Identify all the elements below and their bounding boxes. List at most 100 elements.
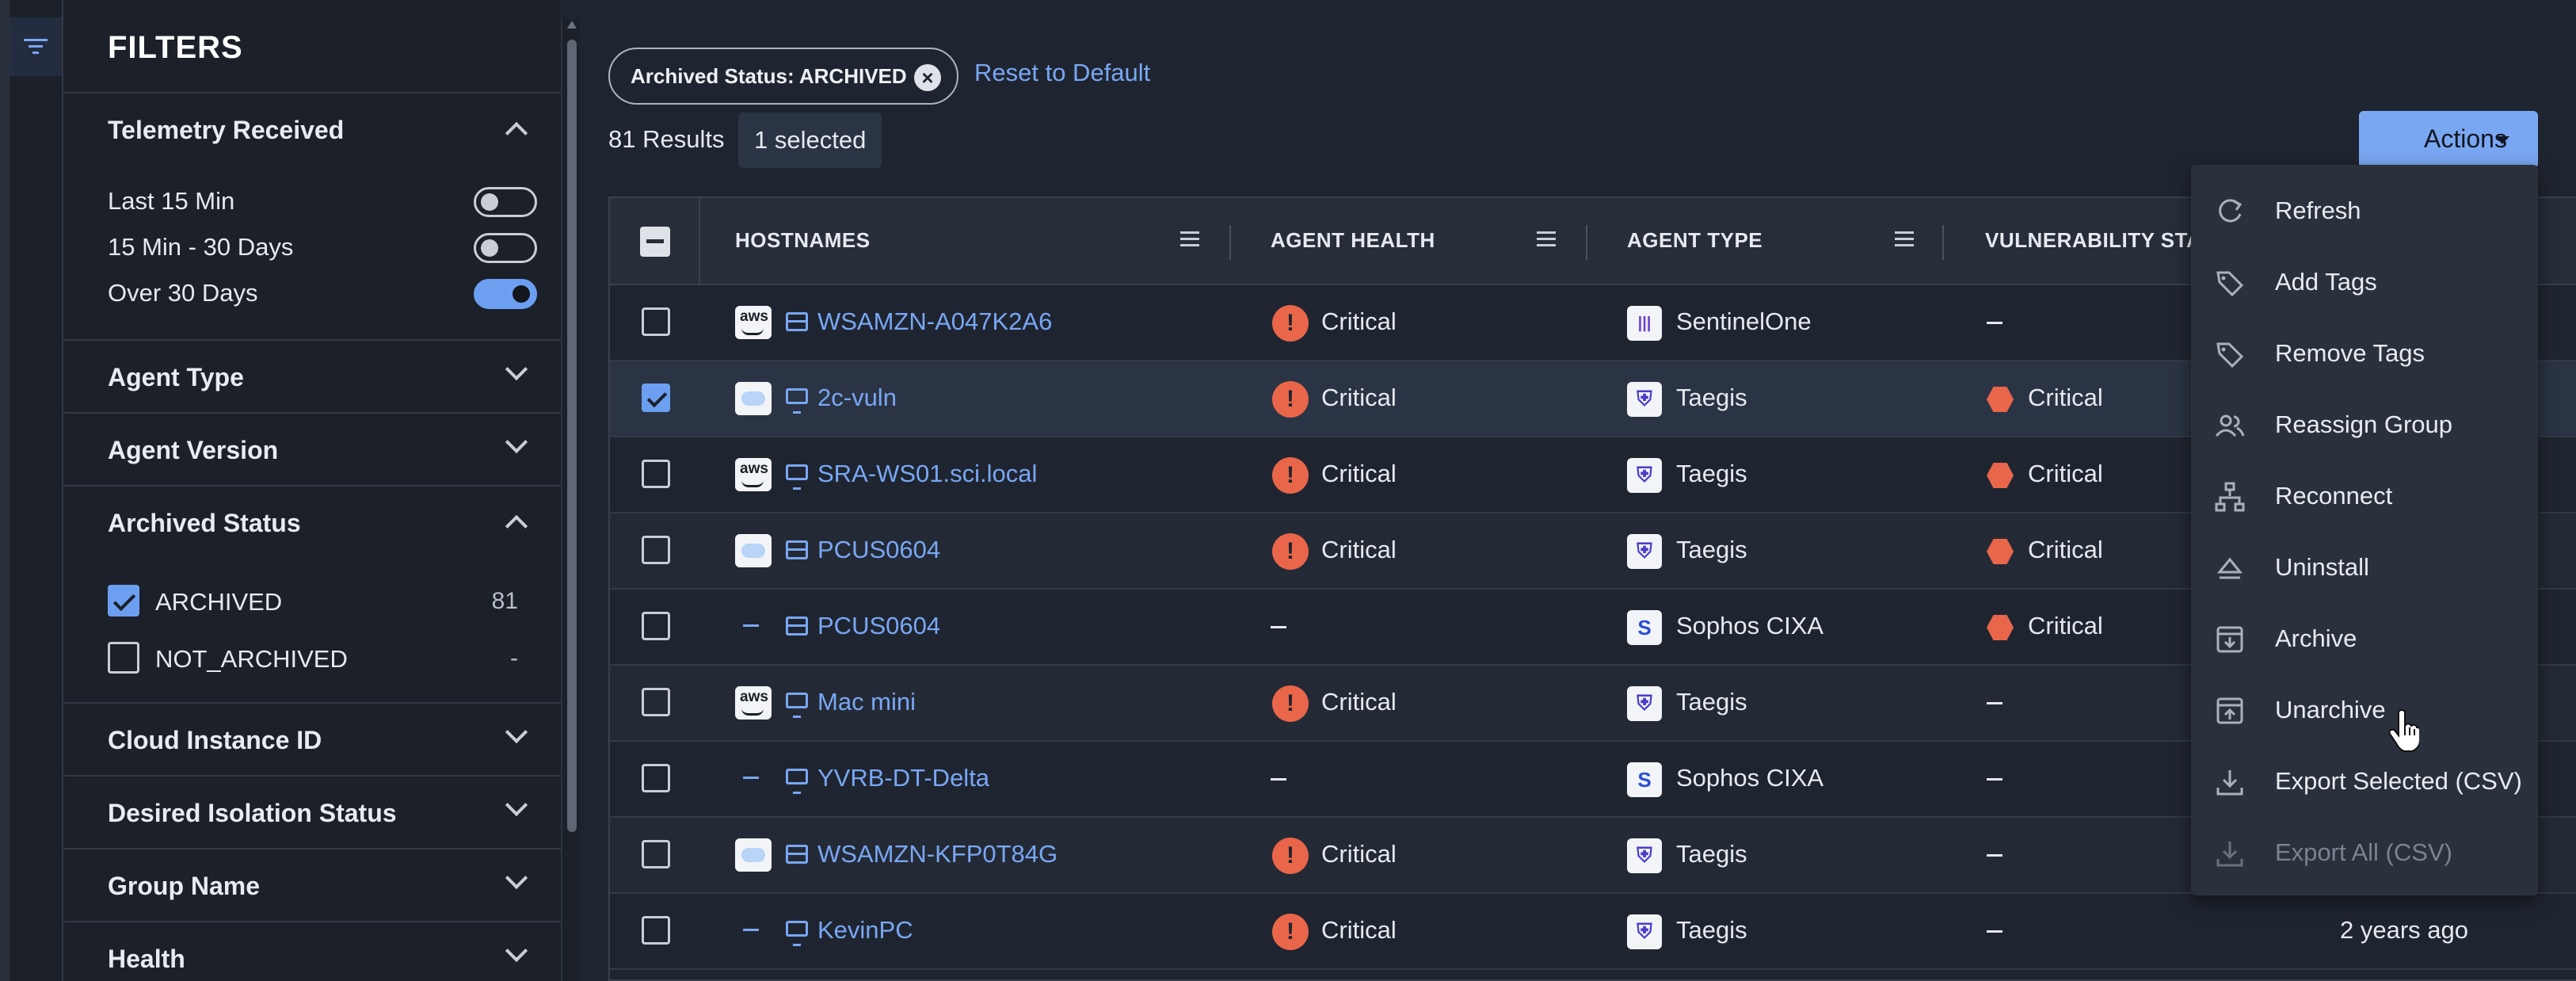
section-header-desired-isolation[interactable]: Desired Isolation Status — [108, 799, 397, 828]
scrollbar-thumb[interactable] — [567, 40, 577, 832]
filter-section-desired-isolation[interactable]: Desired Isolation Status — [63, 775, 561, 848]
telemetry-option-label: 15 Min - 30 Days — [108, 233, 294, 261]
agent-type-value: Taegis — [1676, 916, 1747, 944]
chevron-up-icon[interactable] — [505, 514, 528, 538]
row-checkbox[interactable] — [642, 384, 670, 412]
menu-item-reconnect[interactable]: Reconnect — [2191, 460, 2538, 531]
section-header-agent-type[interactable]: Agent Type — [108, 363, 244, 392]
filter-icon — [24, 39, 48, 54]
vulnerability-critical-icon — [1987, 539, 2014, 564]
cloud-icon — [735, 838, 772, 872]
refresh-icon — [2215, 197, 2245, 227]
section-header-health[interactable]: Health — [108, 945, 185, 974]
hostname-link[interactable]: WSAMZN-A047K2A6 — [817, 307, 1052, 336]
chevron-up-icon[interactable] — [505, 121, 528, 145]
filter-toggle-button[interactable] — [10, 17, 62, 76]
chevron-down-icon[interactable] — [505, 866, 528, 890]
eject-icon — [2215, 553, 2245, 583]
hostname-link[interactable]: SRA-WS01.sci.local — [817, 460, 1037, 488]
hostname-link[interactable]: KevinPC — [817, 916, 913, 945]
column-divider[interactable] — [1942, 225, 1944, 260]
hostname-link[interactable]: YVRB-DT-Delta — [817, 764, 989, 792]
telemetry-toggle-15-30[interactable] — [474, 233, 537, 263]
section-header-agent-version[interactable]: Agent Version — [108, 436, 278, 465]
column-header-hostnames[interactable]: HOSTNAMES — [735, 228, 871, 253]
vulnerability-critical-icon — [1987, 463, 2014, 488]
row-checkbox[interactable] — [642, 688, 670, 716]
reset-to-default-link[interactable]: Reset to Default — [974, 59, 1150, 87]
section-header-telemetry[interactable]: Telemetry Received — [108, 116, 344, 145]
column-menu-icon[interactable] — [1180, 231, 1199, 247]
column-header-vulnerability-status[interactable]: VULNERABILITY STA — [1985, 228, 2201, 253]
side-rail — [10, 0, 63, 981]
filter-section-cloud-instance[interactable]: Cloud Instance ID — [63, 702, 561, 775]
column-header-agent-health[interactable]: AGENT HEALTH — [1271, 228, 1435, 253]
aws-icon — [735, 306, 772, 339]
filter-section-health[interactable]: Health — [63, 921, 561, 981]
archived-checkbox[interactable] — [108, 585, 139, 616]
hostname-link[interactable]: PCUS0604 — [817, 612, 940, 640]
row-checkbox[interactable] — [642, 764, 670, 792]
menu-item-add-tags[interactable]: Add Tags — [2191, 246, 2538, 317]
agent-type-value: Taegis — [1676, 384, 1747, 411]
menu-item-export-selected-csv[interactable]: Export Selected (CSV) — [2191, 745, 2538, 816]
row-checkbox[interactable] — [642, 307, 670, 336]
hostname-link[interactable]: Mac mini — [817, 688, 916, 716]
filter-section-agent-type[interactable]: Agent Type — [63, 339, 561, 412]
menu-item-remove-tags[interactable]: Remove Tags — [2191, 317, 2538, 388]
row-checkbox[interactable] — [642, 460, 670, 488]
menu-item-label: Remove Tags — [2275, 339, 2425, 367]
hostname-link[interactable]: PCUS0604 — [817, 536, 940, 564]
telemetry-toggle-last-15[interactable] — [474, 187, 537, 217]
chevron-down-icon[interactable] — [505, 430, 528, 454]
menu-item-label: Export Selected (CSV) — [2275, 767, 2522, 795]
section-header-archived-status[interactable]: Archived Status — [108, 509, 301, 538]
filter-section-group-name[interactable]: Group Name — [63, 848, 561, 921]
taegis-icon: ⛨ — [1627, 382, 1662, 417]
filter-section-archived-status: Archived Status ARCHIVED 81 NOT_ARCHIVED… — [63, 485, 561, 707]
telemetry-toggle-over-30[interactable] — [474, 279, 537, 309]
column-menu-icon[interactable] — [1537, 231, 1556, 247]
scroll-up-arrow-icon[interactable] — [567, 21, 577, 29]
column-divider[interactable] — [1229, 225, 1231, 260]
vulnerability-status-value: Critical — [2028, 460, 2103, 487]
row-checkbox[interactable] — [642, 840, 670, 868]
actions-button[interactable]: Actions — [2359, 111, 2538, 168]
row-checkbox[interactable] — [642, 536, 670, 564]
menu-item-uninstall[interactable]: Uninstall — [2191, 531, 2538, 602]
vulnerability-critical-icon — [1987, 387, 2014, 412]
section-header-group-name[interactable]: Group Name — [108, 872, 260, 901]
column-menu-icon[interactable] — [1895, 231, 1914, 247]
row-checkbox[interactable] — [642, 916, 670, 945]
menu-item-unarchive[interactable]: Unarchive — [2191, 674, 2538, 745]
chevron-down-icon[interactable] — [505, 720, 528, 744]
not-archived-checkbox[interactable] — [108, 642, 139, 674]
vulnerability-status-value: Critical — [2028, 536, 2103, 563]
column-header-agent-type[interactable]: AGENT TYPE — [1627, 228, 1762, 253]
menu-item-label: Reconnect — [2275, 482, 2393, 510]
table-row[interactable]: KevinPC! Critical ⛨ Taegis 2 years ago — [610, 894, 2576, 970]
row-checkbox[interactable] — [642, 612, 670, 640]
agent-type-value: Taegis — [1676, 688, 1747, 716]
selected-count-badge: 1 selected — [738, 113, 882, 168]
menu-item-refresh[interactable]: Refresh — [2191, 174, 2538, 246]
vulnerability-critical-icon — [1987, 615, 2014, 640]
chevron-down-icon[interactable] — [505, 939, 528, 963]
select-all-checkbox[interactable] — [640, 227, 670, 257]
close-icon[interactable]: × — [914, 64, 941, 91]
agent-type-value: Sophos CIXA — [1676, 764, 1824, 792]
archive-icon — [2215, 624, 2245, 655]
aws-icon — [735, 686, 772, 720]
chevron-down-icon[interactable] — [505, 357, 528, 381]
section-header-cloud-instance[interactable]: Cloud Instance ID — [108, 726, 322, 755]
filters-scrollbar[interactable] — [561, 19, 580, 981]
menu-item-archive[interactable]: Archive — [2191, 602, 2538, 674]
hostname-link[interactable]: 2c-vuln — [817, 384, 897, 412]
column-divider[interactable] — [1586, 225, 1587, 260]
users-icon — [2215, 410, 2245, 441]
hostname-link[interactable]: WSAMZN-KFP0T84G — [817, 840, 1057, 868]
chevron-down-icon[interactable] — [505, 793, 528, 817]
menu-item-reassign-group[interactable]: Reassign Group — [2191, 388, 2538, 460]
empty-value-dash — [1987, 930, 2002, 933]
filter-section-agent-version[interactable]: Agent Version — [63, 412, 561, 485]
